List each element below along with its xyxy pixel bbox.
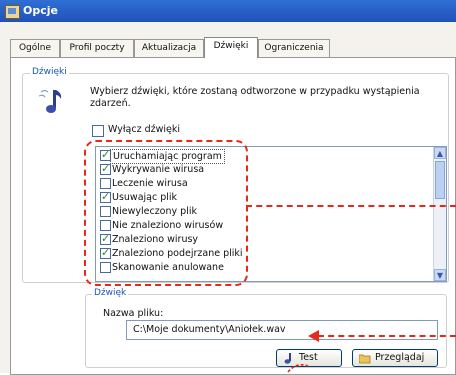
browse-button-label: Przeglądaj [375,352,425,363]
annotation-arrow-icon [308,330,319,342]
annotation-curve-icon [287,364,309,373]
tab-update[interactable]: Aktualizacja [134,39,204,57]
app-icon [5,5,20,19]
annotation-highlight [84,140,248,286]
file-name-label: Nazwa pliku: [103,308,164,319]
title-bar[interactable]: Opcje [0,0,456,22]
scroll-up-icon[interactable]: ▲ [434,147,446,159]
tab-sounds[interactable]: Dźwięki [204,37,258,58]
disable-sounds-label: Wyłącz dźwięki [108,124,181,135]
scroll-thumb[interactable] [435,161,445,199]
disable-sounds-checkbox[interactable] [92,125,104,137]
tab-general[interactable]: Ogólne [10,39,60,57]
sound-file-group-label: Dźwięk [92,288,129,298]
sounds-description: Wybierz dźwięki, które zostaną odtworzon… [90,86,420,109]
browse-button[interactable]: Przeglądaj [352,349,438,367]
music-note-icon [38,89,62,113]
tab-restrictions[interactable]: Ograniczenia [258,39,330,57]
list-scrollbar[interactable]: ▲ ▼ [433,147,446,281]
window-title: Opcje [23,4,58,17]
scroll-down-icon[interactable]: ▼ [434,269,446,281]
sounds-group-label: Dźwięki [30,67,69,77]
file-name-input[interactable]: C:\Moje dokumenty\Aniołek.wav [126,320,438,340]
annotation-line [318,335,456,337]
annotation-line [246,205,456,207]
tab-mail-profile[interactable]: Profil poczty [60,39,134,57]
folder-icon [359,354,371,364]
